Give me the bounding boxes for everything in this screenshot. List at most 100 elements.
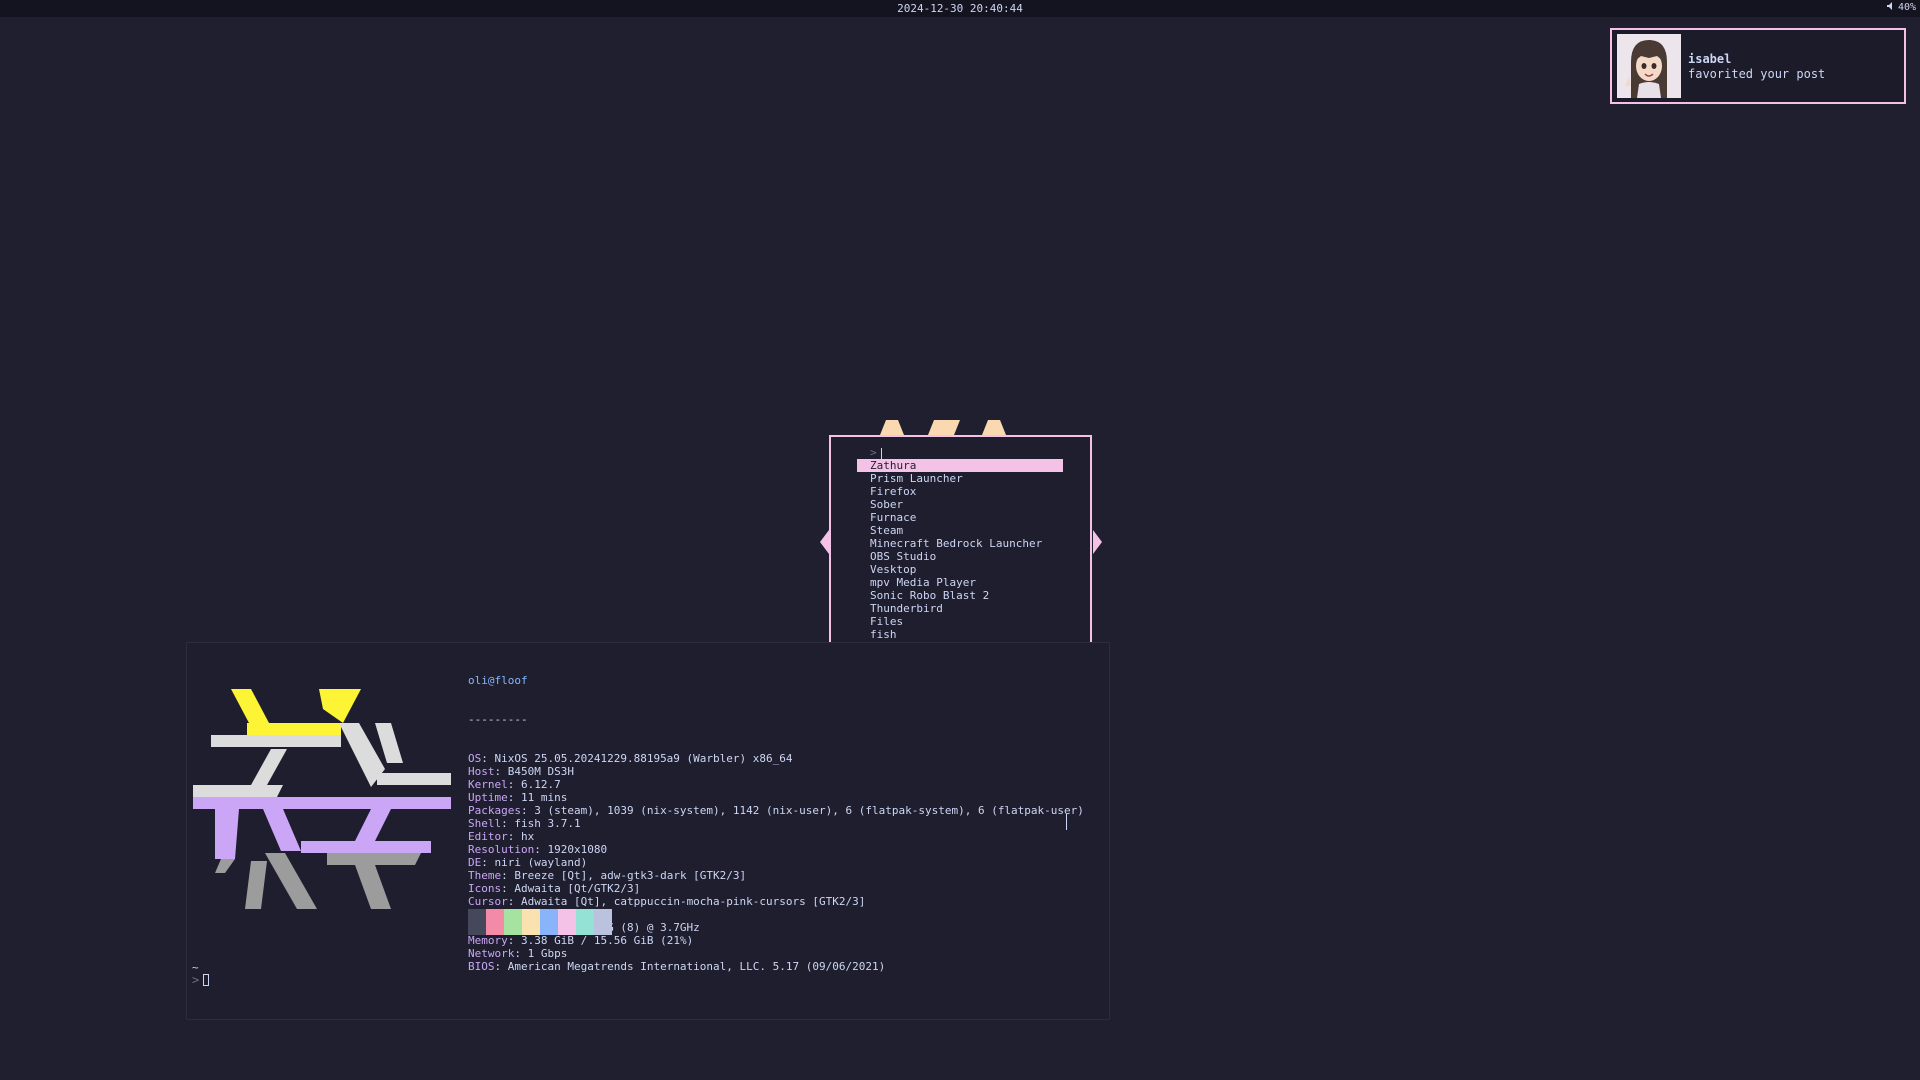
info-value: 3.38 GiB / 15.56 GiB (21%) xyxy=(521,934,694,947)
palette-swatch xyxy=(522,909,540,935)
info-value: 11 mins xyxy=(521,791,568,804)
info-line: Network: 1 Gbps xyxy=(468,947,568,960)
terminal-cursor xyxy=(203,974,210,986)
logo-segment xyxy=(355,865,391,909)
info-key: Host xyxy=(468,765,495,778)
info-value: 3 (steam), 1039 (nix-system), 1142 (nix-… xyxy=(534,804,1084,817)
launcher-item[interactable]: Sober xyxy=(857,498,1063,511)
info-line: Host: B450M DS3H xyxy=(468,765,574,778)
logo-segment xyxy=(327,853,421,865)
prompt-symbol: > xyxy=(192,973,200,987)
launcher-item[interactable]: Firefox xyxy=(857,485,1063,498)
logo-segment xyxy=(251,749,287,785)
speaker-icon[interactable] xyxy=(1886,2,1895,13)
launcher-item[interactable]: mpv Media Player xyxy=(857,576,1063,589)
info-line: DE: niri (wayland) xyxy=(468,856,588,869)
info-line: Icons: Adwaita [Qt/GTK2/3] xyxy=(468,882,641,895)
launcher-item[interactable]: Steam xyxy=(857,524,1063,537)
launcher-item[interactable]: Minecraft Bedrock Launcher xyxy=(857,537,1063,550)
launcher-item[interactable]: Sonic Robo Blast 2 xyxy=(857,589,1063,602)
launcher-item[interactable]: Thunderbird xyxy=(857,602,1063,615)
info-key: DE xyxy=(468,856,482,869)
shell-prompt[interactable]: > xyxy=(192,973,210,987)
logo-segment xyxy=(265,853,317,909)
nixos-logo-icon xyxy=(193,689,451,909)
app-launcher[interactable]: > Zathura Prism Launcher Firefox Sober Furna… xyxy=(829,435,1092,662)
logo-segment xyxy=(215,859,235,873)
info-line: Cursor: Adwaita [Qt], catppuccin-mocha-p… xyxy=(468,895,866,908)
terminal-window[interactable]: oli@floof --------- OS: NixOS 25.05.2024… xyxy=(186,642,1110,1020)
info-key: Memory xyxy=(468,934,508,947)
system-tray: 40% xyxy=(1886,2,1916,13)
palette-swatch xyxy=(576,909,594,935)
launcher-item[interactable]: fish xyxy=(857,628,1063,641)
logo-segment xyxy=(231,689,269,723)
logo-segment xyxy=(263,809,301,851)
info-line: Uptime: 11 mins xyxy=(468,791,568,804)
info-value: B450M DS3H xyxy=(507,765,574,778)
notification-popup[interactable]: isabel favorited your post xyxy=(1610,28,1906,104)
logo-segment xyxy=(193,797,451,809)
info-value: 1920x1080 xyxy=(547,843,608,856)
clock[interactable]: 2024-12-30 20:40:44 xyxy=(0,2,1920,15)
logo-segment xyxy=(319,689,361,723)
text-caret xyxy=(880,447,882,459)
info-key: Cursor xyxy=(468,895,508,908)
color-palette xyxy=(468,909,612,935)
logo-segment xyxy=(247,723,341,735)
palette-swatch xyxy=(594,909,612,935)
mouse-text-cursor xyxy=(1066,814,1067,830)
info-key: Resolution xyxy=(468,843,535,856)
volume-value[interactable]: 40% xyxy=(1898,2,1916,13)
info-line: Shell: fish 3.7.1 xyxy=(468,817,581,830)
logo-segment xyxy=(215,809,239,859)
info-line: Kernel: 6.12.7 xyxy=(468,778,561,791)
palette-swatch xyxy=(486,909,504,935)
fetch-info: oli@floof --------- OS: NixOS 25.05.2024… xyxy=(468,648,1084,999)
top-bar: 2024-12-30 20:40:44 40% xyxy=(0,0,1920,17)
logo-segment xyxy=(375,723,403,763)
info-value: fish 3.7.1 xyxy=(514,817,581,830)
launcher-results: Zathura Prism Launcher Firefox Sober Furnace… xyxy=(857,459,1063,654)
palette-swatch xyxy=(558,909,576,935)
info-key: Kernel xyxy=(468,778,508,791)
user-host: oli@floof xyxy=(468,674,528,687)
info-key: Packages xyxy=(468,804,521,817)
info-key: BIOS xyxy=(468,960,495,973)
anime-avatar-icon xyxy=(1617,34,1681,98)
info-key: Shell xyxy=(468,817,502,830)
info-line: Theme: Breeze [Qt], adw-gtk3-dark [GTK2/… xyxy=(468,869,747,882)
info-value: hx xyxy=(521,830,535,843)
launcher-item[interactable]: Zathura xyxy=(857,459,1063,472)
info-key: Network xyxy=(468,947,515,960)
notification-message: favorited your post xyxy=(1688,67,1826,81)
info-value: Adwaita [Qt], catppuccin-mocha-pink-curs… xyxy=(521,895,866,908)
info-line: Packages: 3 (steam), 1039 (nix-system), … xyxy=(468,804,1084,817)
info-value: 1 Gbps xyxy=(527,947,568,960)
logo-segment xyxy=(245,861,267,909)
info-value: NixOS 25.05.20241229.88195a9 (Warbler) x… xyxy=(494,752,793,765)
info-value: American Megatrends International, LLC. … xyxy=(507,960,886,973)
launcher-item[interactable]: Vesktop xyxy=(857,563,1063,576)
info-key: Theme xyxy=(468,869,502,882)
info-line: Editor: hx xyxy=(468,830,535,843)
logo-segment xyxy=(377,773,451,785)
info-value: Breeze [Qt], adw-gtk3-dark [GTK2/3] xyxy=(514,869,747,882)
logo-segment xyxy=(211,735,341,747)
info-line: Resolution: 1920x1080 xyxy=(468,843,608,856)
logo-segment xyxy=(355,809,391,841)
notification-sender: isabel xyxy=(1688,52,1732,66)
launcher-item[interactable]: Files xyxy=(857,615,1063,628)
launcher-item[interactable]: Prism Launcher xyxy=(857,472,1063,485)
launcher-search-input[interactable]: > xyxy=(870,446,882,459)
info-key: OS xyxy=(468,752,482,765)
separator: --------- xyxy=(468,713,528,726)
info-line: OS: NixOS 25.05.20241229.88195a9 (Warble… xyxy=(468,752,793,765)
palette-swatch xyxy=(504,909,522,935)
palette-swatch xyxy=(540,909,558,935)
launcher-prompt: > xyxy=(870,446,877,459)
launcher-item[interactable]: OBS Studio xyxy=(857,550,1063,563)
info-key: Icons xyxy=(468,882,502,895)
palette-swatch xyxy=(468,909,486,935)
launcher-item[interactable]: Furnace xyxy=(857,511,1063,524)
